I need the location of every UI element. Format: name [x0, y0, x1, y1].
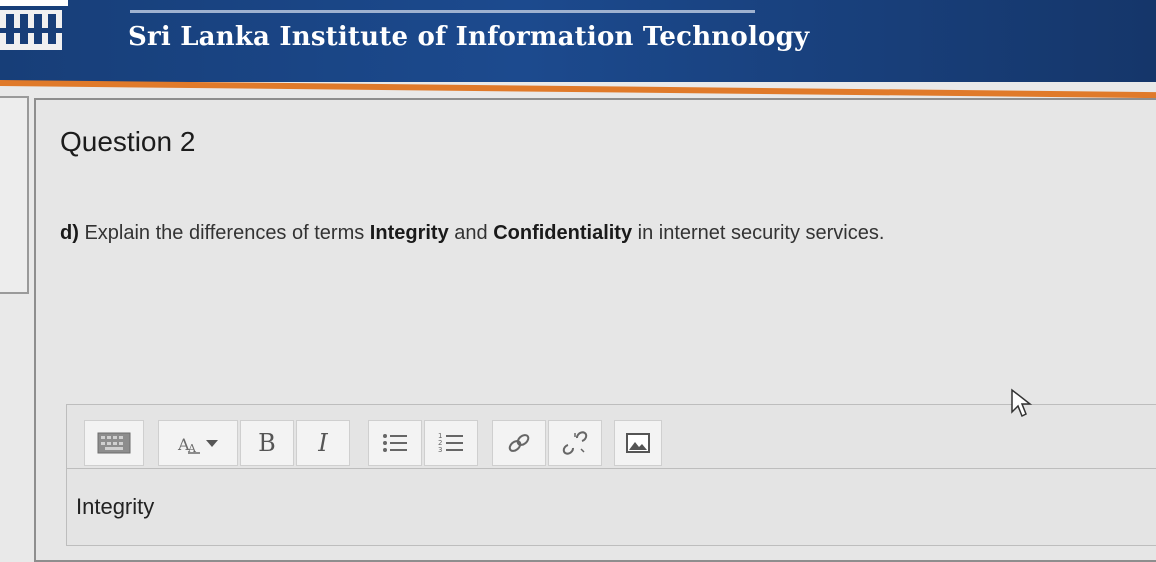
- institute-name: Sri Lanka Institute of Information Techn…: [128, 22, 810, 52]
- link-button[interactable]: [492, 420, 546, 466]
- image-button[interactable]: [614, 420, 662, 466]
- italic-icon: I: [318, 429, 328, 457]
- institute-logo-icon: [0, 0, 68, 50]
- font-size-button[interactable]: A A: [158, 420, 238, 466]
- question-text: d) Explain the differences of terms Inte…: [60, 222, 884, 245]
- answer-text[interactable]: Integrity: [76, 494, 154, 520]
- keyboard-icon: [97, 432, 131, 454]
- svg-text:3: 3: [438, 446, 442, 454]
- unlink-button[interactable]: [548, 420, 602, 466]
- bullet-list-icon: [383, 434, 407, 452]
- font-size-icon: A A: [177, 435, 218, 455]
- header-divider: [130, 10, 755, 13]
- numbered-list-button[interactable]: 123: [424, 420, 478, 466]
- question-label: d): [60, 222, 79, 244]
- bold-icon: B: [258, 429, 276, 457]
- side-panel: [0, 96, 29, 294]
- mouse-cursor-icon: [1011, 388, 1033, 418]
- italic-button[interactable]: I: [296, 420, 350, 466]
- toggle-toolbar-button[interactable]: [84, 420, 144, 466]
- bullet-list-button[interactable]: [368, 420, 422, 466]
- site-header: Sri Lanka Institute of Information Techn…: [0, 0, 1156, 82]
- unlink-icon: [562, 431, 588, 455]
- question-text-mid: and: [454, 222, 488, 244]
- question-text-before: Explain the differences of terms: [84, 222, 365, 244]
- link-icon: [508, 434, 530, 452]
- bold-button[interactable]: B: [240, 420, 294, 466]
- term-confidentiality: Confidentiality: [493, 222, 633, 244]
- image-icon: [626, 433, 650, 453]
- question-text-after: in internet security services.: [637, 222, 885, 244]
- header-accent-stripe: [0, 80, 1156, 99]
- numbered-list-icon: 123: [438, 432, 463, 454]
- question-title: Question 2: [60, 126, 196, 157]
- term-integrity: Integrity: [369, 222, 449, 244]
